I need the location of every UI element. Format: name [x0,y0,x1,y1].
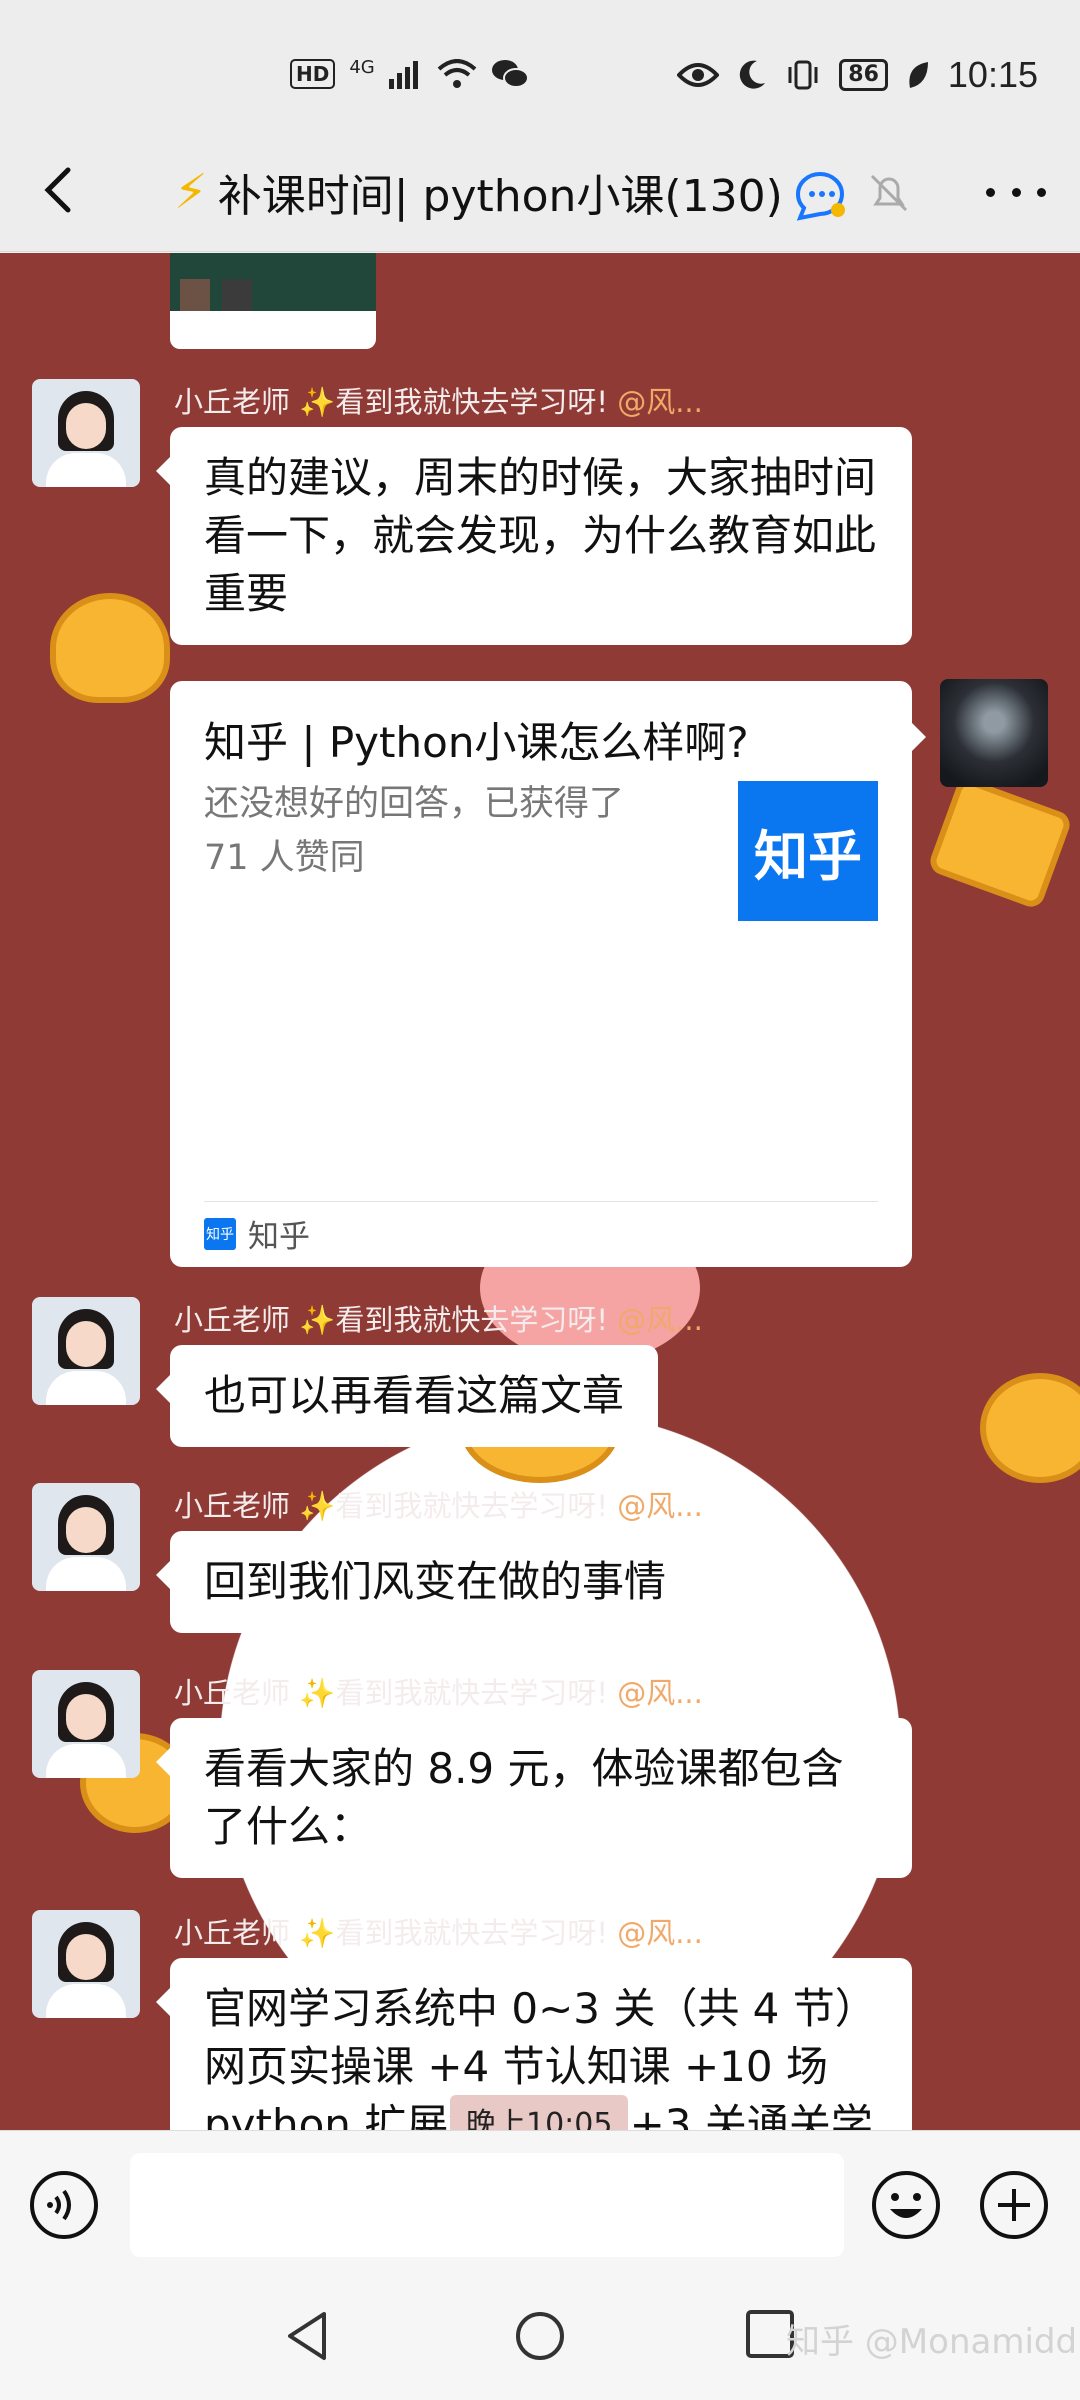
divider [204,1201,878,1202]
avatar[interactable] [32,1670,140,1778]
chat-title-text: 补课时间| python小课(130) [217,171,783,222]
signal-label: 4G [349,56,375,78]
link-card-description: 还没想好的回答，已获得了 71 人赞同 [204,784,625,878]
wechat-icon [491,60,529,88]
link-card[interactable]: 知乎 | Python小课怎么样啊? 还没想好的回答，已获得了 71 人赞同 知… [170,681,926,1267]
watermark: 知乎 @Monamidd [786,2322,1078,2362]
back-button[interactable] [30,160,90,220]
link-card-source-label: 知乎 [248,1219,310,1255]
link-card-title: 知乎 | Python小课怎么样啊? [204,718,749,767]
sender-name: 小丘老师 ✨看到我就快去学习呀! @风... [174,1303,703,1337]
status-bar: HD 4G 86 10:15 [0,0,1080,130]
avatar[interactable] [32,1297,140,1405]
message-bubble[interactable]: 真的建议，周末的时候，大家抽时间看一下，就会发现，为什么教育如此重要 [156,427,912,645]
thumbnail-person [222,279,252,311]
chat-title: ⚡ 补课时间| python小课(130) [174,160,783,224]
sender-name: 小丘老师 ✨看到我就快去学习呀! @风... [174,1916,703,1950]
eye-icon [677,63,720,87]
gold-ingot-decoration [926,775,1074,911]
leaf-icon [909,62,928,88]
message-bubble[interactable]: 回到我们风变在做的事情 [155,1531,701,1633]
sender-name: 小丘老师 ✨看到我就快去学习呀! @风... [174,1676,703,1710]
more-options-button[interactable] [986,170,1046,214]
emoji-button[interactable] [870,2169,942,2241]
hd-badge: HD [290,59,336,89]
group-chat-icon[interactable] [790,166,850,222]
voice-input-button[interactable] [28,2169,100,2241]
message-bubble[interactable]: 也可以再看看这篇文章 [155,1345,659,1447]
status-right: 86 10:15 [677,54,1038,96]
zhihu-logo: 知乎 [738,781,878,921]
system-navigation-bar: 知乎 @Monamidd [0,2278,1080,2400]
sender-name: 小丘老师 ✨看到我就快去学习呀! @风... [174,385,703,419]
avatar[interactable] [32,1910,140,2018]
avatar[interactable] [32,1483,140,1591]
avatar[interactable] [32,379,140,487]
link-card-source: 知乎 知乎 [204,1211,310,1256]
status-left: HD 4G [290,56,529,90]
my-avatar[interactable] [940,679,1048,787]
thumbnail-person [180,279,210,311]
message-input[interactable] [130,2153,844,2257]
message-bubble[interactable]: 看看大家的 8.9 元，体验课都包含了什么： [156,1718,912,1878]
lightning-emoji: ⚡ [174,164,208,220]
status-time: 10:15 [947,54,1038,95]
gold-ingot-decoration [980,1373,1080,1483]
muted-bell-icon [870,174,908,212]
gold-ingot-decoration [50,593,170,703]
system-back-button[interactable] [280,2308,336,2364]
message-timestamp: 晚上10:05 [450,2095,629,2130]
cellular-signal-icon [388,61,418,89]
chat-header: ⚡ 补课时间| python小课(130) [0,130,1080,252]
shared-image-thumbnail[interactable] [170,253,376,349]
moon-icon [740,60,766,89]
more-functions-button[interactable] [978,2169,1050,2241]
system-home-button[interactable] [512,2308,568,2364]
chat-area[interactable]: 小丘老师 ✨看到我就快去学习呀! @风... 真的建议，周末的时候，大家抽时间看… [0,253,1080,2130]
zhihu-icon: 知乎 [204,1217,236,1250]
wifi-icon [437,59,477,88]
vibrate-icon [788,60,818,90]
sender-name: 小丘老师 ✨看到我就快去学习呀! @风... [174,1489,703,1523]
battery-level: 86 [839,59,888,91]
input-bar [0,2130,1080,2278]
